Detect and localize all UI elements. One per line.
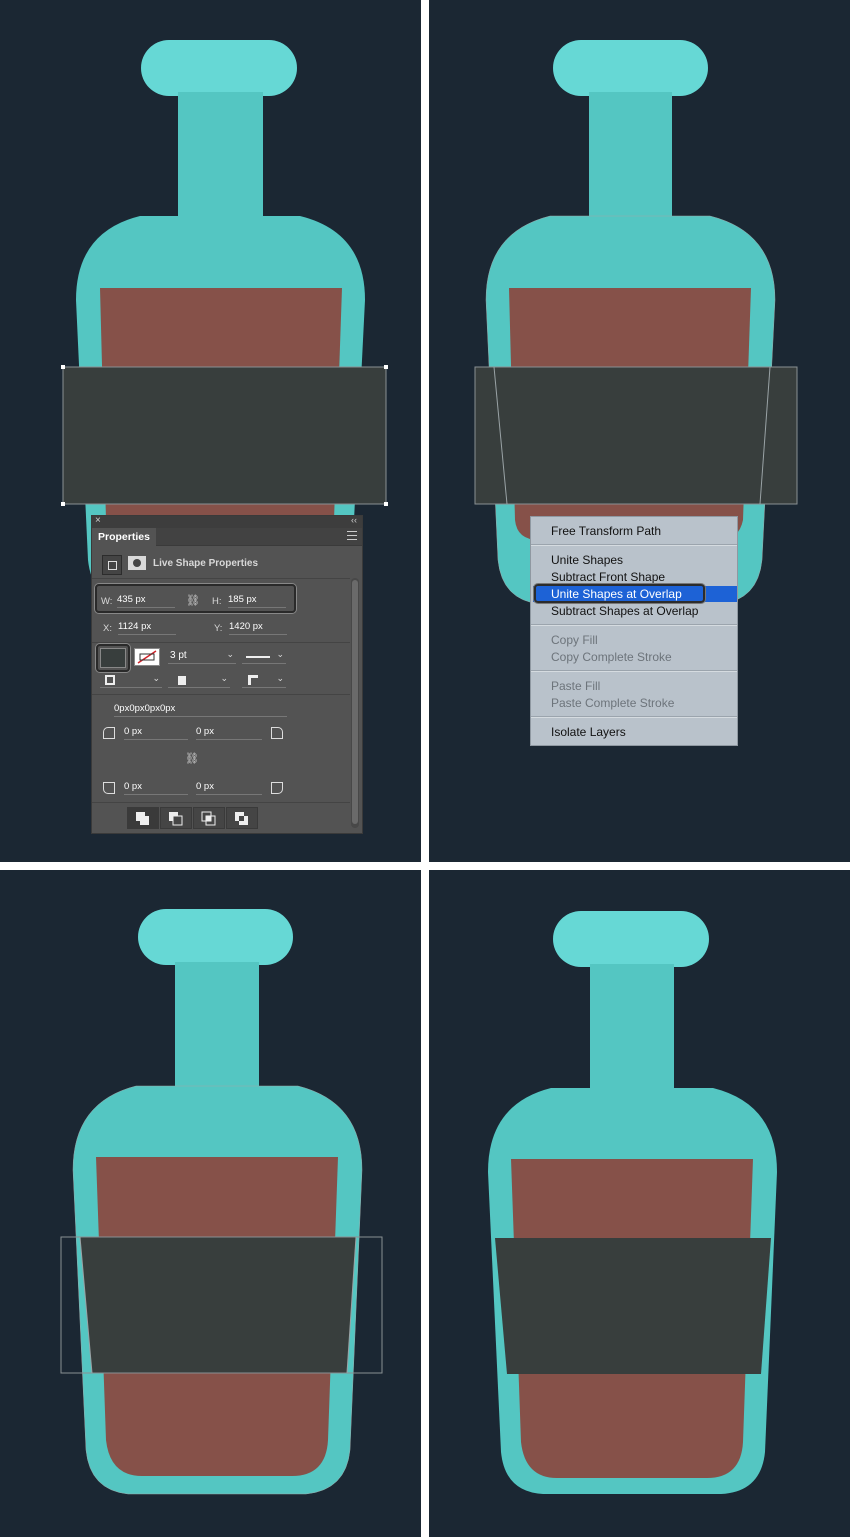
x-label: X:: [103, 623, 112, 634]
menu-item-unite-shapes[interactable]: Unite Shapes: [551, 553, 623, 567]
w-label: W:: [101, 596, 113, 607]
menu-item-free-transform-path[interactable]: Free Transform Path: [551, 524, 661, 538]
tab-properties[interactable]: Properties: [92, 528, 156, 546]
bottle-cap: [553, 911, 709, 967]
menu-separator: [531, 716, 737, 718]
panel-tab-row: Properties: [92, 528, 362, 546]
bottle-cap: [553, 40, 708, 96]
stroke-corner-dropdown[interactable]: ⌄: [242, 672, 286, 688]
chevron-down-icon: ⌄: [226, 649, 234, 659]
bottle-neck: [175, 962, 259, 1092]
corner-br-icon: [271, 782, 283, 794]
label-rectangle: [474, 366, 798, 505]
bottle-neck: [178, 92, 263, 222]
divider: [92, 694, 350, 695]
step-3-panel: [0, 870, 421, 1537]
handle-tl: [61, 365, 65, 369]
divider: [92, 578, 350, 579]
chevron-down-icon: ⌄: [276, 673, 284, 683]
menu-separator: [531, 624, 737, 626]
corner-tr-field[interactable]: 0 px: [196, 726, 262, 740]
corner-tr-icon: [271, 727, 283, 739]
step-1-panel: × ‹‹ Properties Live Shape Properties W:…: [0, 0, 421, 862]
corner-radius-summary[interactable]: 0px0px0px0px: [114, 703, 287, 717]
handle-br: [384, 502, 388, 506]
corner-tl-field[interactable]: 0 px: [124, 726, 188, 740]
label-overlap-shape: [80, 1237, 356, 1373]
stroke-type-dropdown[interactable]: ⌄: [242, 648, 286, 664]
menu-item-isolate-layers[interactable]: Isolate Layers: [551, 725, 626, 739]
x-field[interactable]: 1124 px: [118, 621, 176, 635]
panel-scrollbar[interactable]: [351, 578, 359, 828]
handle-bl: [61, 502, 65, 506]
label-final-shape: [495, 1238, 771, 1374]
stroke-width-dropdown[interactable]: 3 pt ⌄: [168, 648, 236, 664]
menu-item-unite-shapes-at-overlap[interactable]: Unite Shapes at Overlap: [551, 587, 682, 601]
divider: [92, 642, 350, 643]
label-rectangle: [62, 366, 387, 505]
corner-bl-field[interactable]: 0 px: [124, 781, 188, 795]
corner-bl-icon: [103, 782, 115, 794]
menu-separator: [531, 544, 737, 546]
link-icon[interactable]: ⛓: [186, 594, 200, 607]
mask-icon[interactable]: [128, 556, 146, 570]
step-2-panel: Free Transform Path Unite Shapes Subtrac…: [429, 0, 850, 862]
bottle-illustration-4: [488, 911, 777, 1494]
corner-br-field[interactable]: 0 px: [196, 781, 262, 795]
corner-tl-icon: [103, 727, 115, 739]
h-label: H:: [212, 596, 222, 607]
menu-item-subtract-front-shape[interactable]: Subtract Front Shape: [551, 570, 665, 584]
live-shape-icon[interactable]: [102, 555, 122, 575]
chevron-down-icon: ⌄: [152, 673, 160, 683]
section-title: Live Shape Properties: [153, 558, 259, 569]
exclude-overlap-button[interactable]: [226, 807, 258, 829]
combine-shapes-button[interactable]: [127, 807, 159, 829]
menu-item-copy-complete-stroke: Copy Complete Stroke: [551, 650, 672, 664]
panel-titlebar: × ‹‹: [92, 515, 362, 528]
stroke-width-value: 3 pt: [170, 650, 187, 661]
panel-menu-icon[interactable]: [347, 531, 357, 540]
bottle-cap: [138, 909, 293, 965]
stroke-align-dropdown[interactable]: ⌄: [100, 672, 162, 688]
stroke-swatch[interactable]: [134, 648, 160, 666]
close-icon[interactable]: ×: [95, 515, 101, 526]
chevron-down-icon: ⌄: [276, 649, 284, 659]
menu-separator: [531, 670, 737, 672]
menu-item-copy-fill: Copy Fill: [551, 633, 598, 647]
menu-item-paste-complete-stroke: Paste Complete Stroke: [551, 696, 675, 710]
stroke-cap-dropdown[interactable]: ⌄: [168, 672, 230, 688]
divider: [92, 802, 350, 803]
scrollbar-thumb[interactable]: [352, 580, 358, 824]
bottle-cap: [141, 40, 297, 96]
menu-item-subtract-shapes-at-overlap[interactable]: Subtract Shapes at Overlap: [551, 604, 698, 618]
handle-tr: [384, 365, 388, 369]
link-corners-icon[interactable]: ⛓: [185, 752, 199, 765]
bottle-neck: [589, 92, 672, 222]
collapse-icon[interactable]: ‹‹: [351, 515, 357, 525]
bottle-neck: [590, 964, 674, 1094]
properties-panel: × ‹‹ Properties Live Shape Properties W:…: [91, 515, 363, 834]
y-field[interactable]: 1420 px: [229, 621, 287, 635]
step-4-panel: [429, 870, 850, 1537]
intersect-shapes-button[interactable]: [193, 807, 225, 829]
height-field[interactable]: 185 px: [228, 594, 286, 608]
chevron-down-icon: ⌄: [220, 673, 228, 683]
menu-item-paste-fill: Paste Fill: [551, 679, 601, 693]
width-field[interactable]: 435 px: [117, 594, 175, 608]
y-label: Y:: [214, 623, 223, 634]
subtract-front-shape-button[interactable]: [160, 807, 192, 829]
bottle-illustration-3: [60, 909, 383, 1495]
context-menu: Free Transform Path Unite Shapes Subtrac…: [530, 516, 738, 746]
fill-swatch[interactable]: [100, 648, 126, 668]
